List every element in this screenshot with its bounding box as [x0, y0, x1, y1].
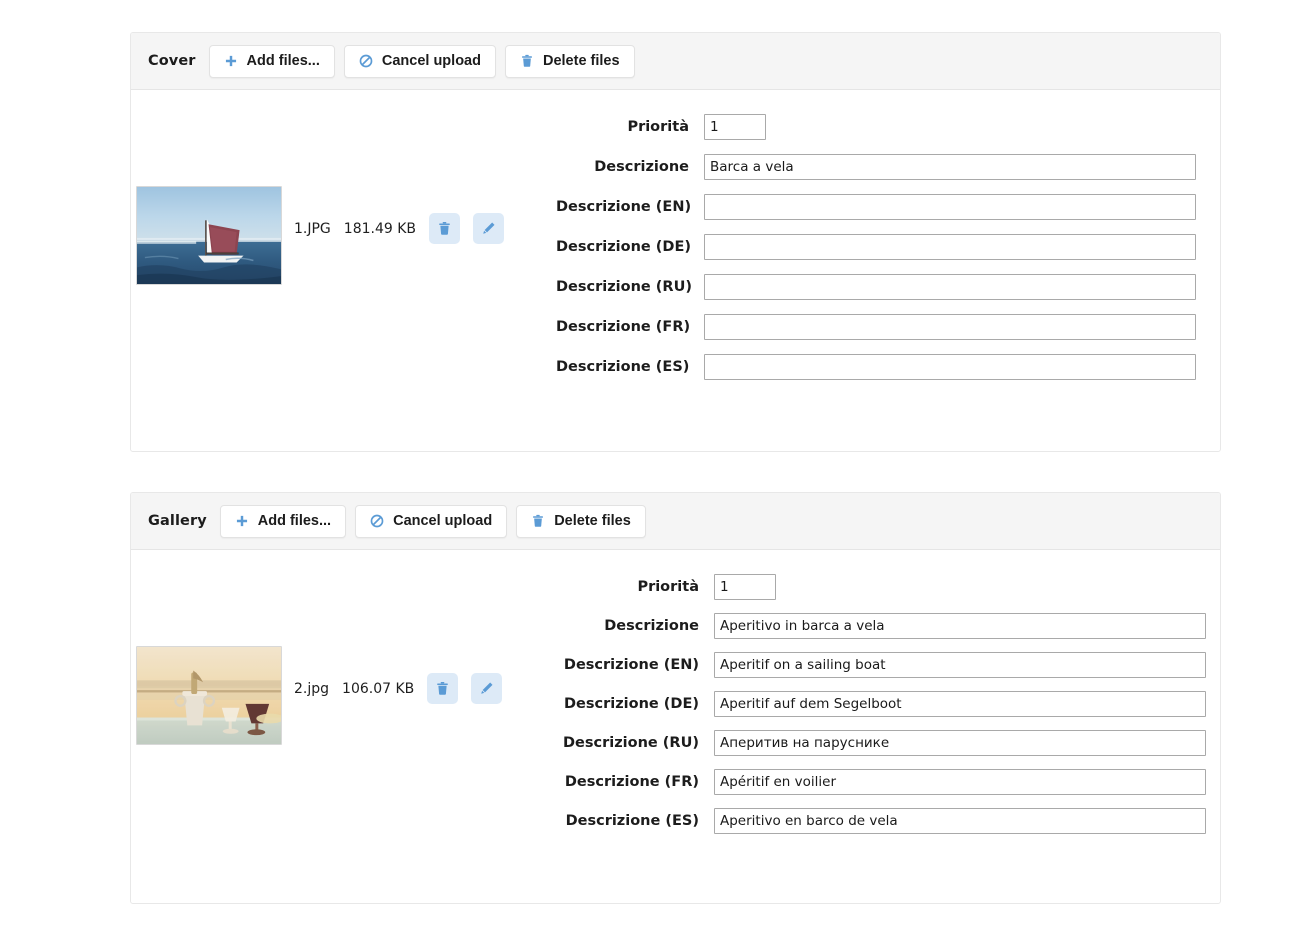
- delete-files-button-label: Delete files: [554, 513, 631, 529]
- field-label: Priorità: [627, 119, 689, 135]
- field-input[interactable]: [714, 652, 1206, 678]
- thumbnail-cell: [131, 568, 286, 745]
- file-thumbnail: [135, 186, 282, 285]
- cancel-upload-button[interactable]: Cancel upload: [355, 504, 508, 538]
- add-plus-icon: [224, 54, 238, 68]
- field-input[interactable]: [704, 234, 1196, 260]
- field-label: Descrizione (ES): [556, 359, 690, 375]
- upload-panel-gallery: Gallery Add files... Cancel upload Delete f…: [130, 492, 1221, 904]
- field-label: Descrizione (FR): [564, 774, 699, 790]
- panel-title: Gallery: [148, 513, 207, 529]
- field-input[interactable]: [704, 314, 1196, 340]
- metadata-fields: Priorità Descrizione Descrizione (EN) Descr…: [556, 568, 1220, 847]
- cancel-upload-button-label: Cancel upload: [393, 513, 493, 529]
- file-thumbnail: [135, 646, 282, 745]
- field-row: Descrizione (ES): [556, 354, 1198, 380]
- field-input[interactable]: [704, 194, 1196, 220]
- file-name: 2.jpg: [294, 680, 330, 697]
- delete-trash-icon: [520, 54, 534, 68]
- field-input[interactable]: [714, 574, 776, 600]
- file-meta: 2.jpg 106.07 KB: [286, 568, 556, 704]
- delete-files-button[interactable]: Delete files: [516, 504, 646, 538]
- file-name: 1.JPG: [294, 220, 331, 237]
- field-input[interactable]: [704, 114, 766, 140]
- field-input[interactable]: [704, 154, 1196, 180]
- field-label: Priorità: [637, 579, 699, 595]
- field-input[interactable]: [714, 808, 1206, 834]
- field-input[interactable]: [704, 354, 1196, 380]
- upload-manager-page: Cover Add files... Cancel upload Delete fil…: [0, 0, 1291, 927]
- field-row: Descrizione (DE): [556, 234, 1198, 260]
- field-row: Priorità: [556, 114, 1198, 140]
- cancel-ban-icon: [359, 54, 373, 68]
- field-row: Descrizione (DE): [556, 691, 1206, 717]
- field-row: Descrizione (FR): [556, 314, 1198, 340]
- field-label: Descrizione (EN): [556, 199, 692, 215]
- field-row: Descrizione (ES): [556, 808, 1206, 834]
- edit-file-button[interactable]: [471, 673, 503, 704]
- field-input[interactable]: [704, 274, 1196, 300]
- add-plus-icon: [235, 514, 249, 528]
- field-row: Descrizione (FR): [556, 769, 1206, 795]
- field-label: Descrizione (DE): [556, 239, 691, 255]
- field-input[interactable]: [714, 769, 1206, 795]
- field-input[interactable]: [714, 730, 1206, 756]
- field-label: Descrizione (EN): [563, 657, 699, 673]
- field-label: Descrizione (FR): [556, 319, 691, 335]
- field-row: Descrizione (EN): [556, 194, 1198, 220]
- field-label: Descrizione (ES): [565, 813, 699, 829]
- file-row: 1.JPG 181.49 KB Priorità Descrizione Descriz…: [131, 90, 1220, 380]
- cancel-ban-icon: [370, 514, 384, 528]
- add-files-button[interactable]: Add files...: [219, 504, 347, 538]
- panel-title: Cover: [148, 53, 196, 69]
- delete-files-button-label: Delete files: [542, 53, 620, 69]
- file-size: 181.49 KB: [343, 220, 417, 237]
- add-files-button-label: Add files...: [257, 513, 332, 529]
- delete-files-button[interactable]: Delete files: [504, 44, 635, 78]
- field-label: Descrizione: [604, 618, 699, 634]
- field-input[interactable]: [714, 691, 1206, 717]
- add-files-button-label: Add files...: [246, 53, 320, 69]
- delete-file-button[interactable]: [429, 213, 461, 244]
- cancel-upload-button-label: Cancel upload: [381, 53, 481, 69]
- field-row: Descrizione: [556, 154, 1198, 180]
- edit-file-button[interactable]: [473, 213, 505, 244]
- field-row: Descrizione (RU): [556, 730, 1206, 756]
- trash-icon: [437, 221, 452, 236]
- field-row: Priorità: [556, 574, 1206, 600]
- field-input[interactable]: [714, 613, 1206, 639]
- file-meta: 1.JPG 181.49 KB: [286, 108, 556, 244]
- field-label: Descrizione (RU): [556, 279, 692, 295]
- toolbar-cover: Cover Add files... Cancel upload Delete fil…: [131, 33, 1220, 90]
- trash-icon: [435, 681, 450, 696]
- field-label: Descrizione (RU): [563, 735, 699, 751]
- delete-file-button[interactable]: [427, 673, 459, 704]
- field-row: Descrizione (EN): [556, 652, 1206, 678]
- pencil-icon: [479, 681, 494, 696]
- file-row: 2.jpg 106.07 KB Priorità Descrizione Descriz…: [131, 550, 1220, 847]
- upload-panel-cover: Cover Add files... Cancel upload Delete fil…: [130, 32, 1221, 452]
- pencil-icon: [481, 221, 496, 236]
- field-label: Descrizione: [594, 159, 689, 175]
- toolbar-gallery: Gallery Add files... Cancel upload Delete f…: [131, 493, 1220, 550]
- metadata-fields: Priorità Descrizione Descrizione (EN) Descr…: [556, 108, 1220, 380]
- cancel-upload-button[interactable]: Cancel upload: [343, 44, 496, 78]
- thumbnail-cell: [131, 108, 286, 285]
- delete-trash-icon: [531, 514, 545, 528]
- add-files-button[interactable]: Add files...: [208, 44, 335, 78]
- field-row: Descrizione (RU): [556, 274, 1198, 300]
- field-row: Descrizione: [556, 613, 1206, 639]
- field-label: Descrizione (DE): [564, 696, 699, 712]
- file-size: 106.07 KB: [342, 680, 415, 697]
